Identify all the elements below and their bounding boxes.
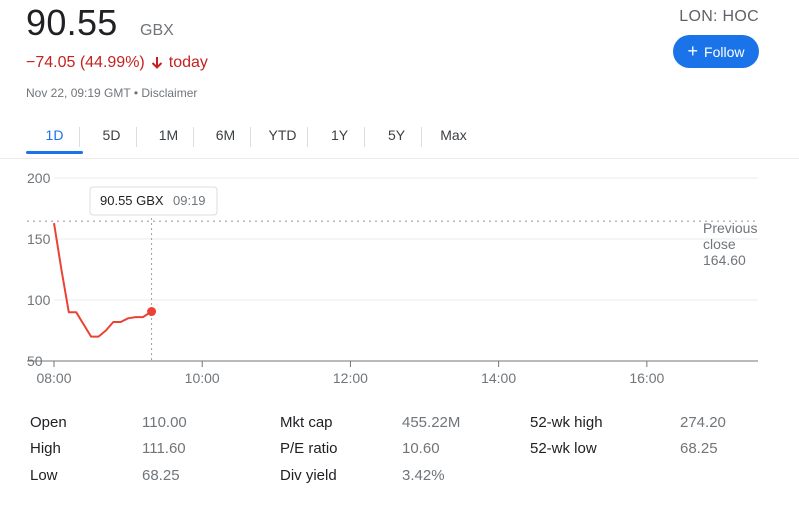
stat-value-mkt-cap: 455.22M [402,414,461,431]
y-tick-label: 150 [27,231,51,247]
y-tick-label: 200 [27,170,51,186]
stat-label-52wk-low: 52-wk low [530,440,597,457]
disclaimer-link[interactable]: Disclaimer [141,86,197,100]
stat-value-52wk-high: 274.20 [680,414,726,431]
tooltip-price: 90.55 GBX [100,193,164,208]
quote-timestamp: Nov 22, 09:19 GMT • Disclaimer [26,86,198,100]
stat-label-div-yield: Div yield [280,467,337,484]
stat-label-low: Low [30,467,58,484]
tab-5d[interactable]: 5D [79,122,140,154]
plus-icon: + [687,41,699,61]
y-tick-label: 100 [27,292,51,308]
stat-value-pe-ratio: 10.60 [402,440,440,457]
follow-label: Follow [704,43,745,60]
previous-close-label: 164.60 [703,252,746,268]
last-price-dot [147,307,157,317]
stat-value-div-yield: 3.42% [402,467,445,484]
follow-button[interactable]: + Follow [673,35,759,68]
currency-label: GBX [140,22,174,39]
tab-max[interactable]: Max [421,122,482,154]
stat-label-52wk-high: 52-wk high [530,414,603,431]
tab-1d[interactable]: 1D [26,122,83,154]
change-value: −74.05 (44.99%) [26,54,145,71]
stat-value-52wk-low: 68.25 [680,440,718,457]
x-tick-label: 10:00 [185,370,220,386]
stat-value-low: 68.25 [142,467,180,484]
x-tick-label: 12:00 [333,370,368,386]
tab-5y[interactable]: 5Y [364,122,425,154]
tooltip-time: 09:19 [173,193,206,208]
previous-close-label: close [703,236,736,252]
stat-label-pe-ratio: P/E ratio [280,440,338,457]
change-period: today [168,54,208,71]
stat-value-high: 111.60 [142,440,186,457]
stat-value-open: 110.00 [142,414,187,431]
stat-label-mkt-cap: Mkt cap [280,414,333,431]
tab-1m[interactable]: 1M [136,122,197,154]
price-change: −74.05 (44.99%) today [26,54,208,72]
tab-ytd[interactable]: YTD [250,122,311,154]
x-tick-label: 16:00 [629,370,664,386]
range-tabs: 1D 5D 1M 6M YTD 1Y 5Y Max [26,122,482,154]
timestamp-text: Nov 22, 09:19 GMT [26,86,131,100]
x-tick-label: 14:00 [481,370,516,386]
previous-close-label: Previous [703,220,757,236]
stat-label-high: High [30,440,61,457]
price-line [53,222,153,338]
tabs-divider [0,158,799,159]
tab-6m[interactable]: 6M [193,122,254,154]
arrow-down-icon [151,57,162,69]
stat-label-open: Open [30,414,67,431]
tab-1y[interactable]: 1Y [307,122,368,154]
x-tick-label: 08:00 [36,370,71,386]
price-chart[interactable]: 2001501005008:00 10:00 12:00 14:00 16:00Prev… [0,160,799,392]
stock-price: 90.55 [26,2,118,43]
ticker-symbol: LON: HOC [679,8,759,25]
